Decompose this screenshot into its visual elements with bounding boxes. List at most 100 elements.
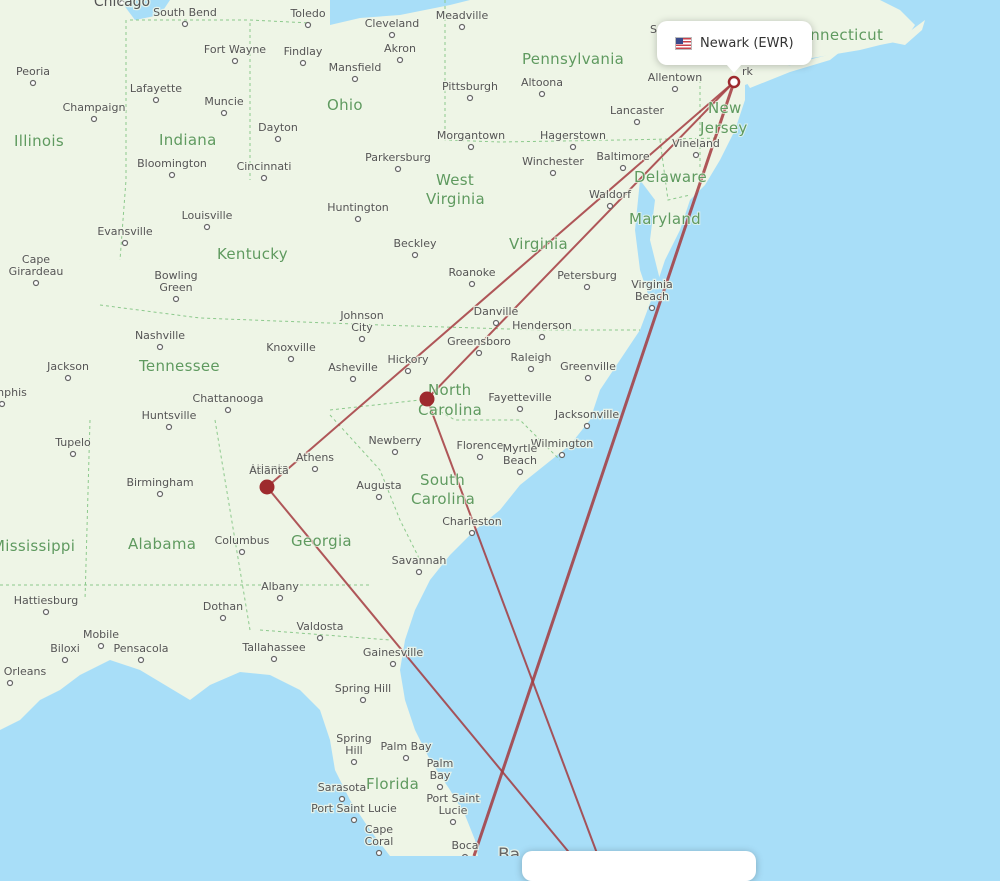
city-label: Wilmington bbox=[531, 437, 594, 450]
city-dot-icon bbox=[299, 59, 307, 67]
state-label: Tennessee bbox=[138, 357, 220, 375]
city-dot-icon bbox=[619, 164, 627, 172]
city-label: Toledo bbox=[289, 7, 325, 20]
city-label: Meadville bbox=[436, 9, 489, 22]
city-dot-icon bbox=[396, 56, 404, 64]
city-dot-icon bbox=[156, 343, 164, 351]
state-label: Delaware bbox=[634, 168, 707, 186]
state-label: North bbox=[428, 381, 471, 399]
city-label: Greenville bbox=[560, 360, 616, 373]
city-dot-icon bbox=[6, 679, 14, 687]
hub-marker-atlanta[interactable] bbox=[259, 479, 275, 495]
airport-popup-newark[interactable]: Newark (EWR) bbox=[657, 21, 812, 73]
city-label: Hattiesburg bbox=[14, 594, 78, 607]
city-label-atlanta: Atlanta bbox=[249, 464, 288, 477]
city-label: Cleveland bbox=[365, 17, 420, 30]
city-label: Athens bbox=[296, 451, 334, 464]
city-label: Green bbox=[159, 281, 192, 294]
city-dot-icon bbox=[0, 400, 6, 408]
city-label: Memphis bbox=[0, 386, 27, 399]
state-label: Florida bbox=[366, 775, 419, 793]
city-label: Fayetteville bbox=[488, 391, 551, 404]
city-label: Altoona bbox=[521, 76, 563, 89]
city-label: Albany bbox=[261, 580, 299, 593]
city-dot-icon bbox=[492, 319, 500, 327]
city-label: Orleans bbox=[4, 665, 47, 678]
state-label: Kentucky bbox=[217, 245, 288, 263]
city-label: Savannah bbox=[392, 554, 447, 567]
city-label: Asheville bbox=[328, 361, 378, 374]
city-label: Allentown bbox=[648, 71, 702, 84]
city-dot-icon bbox=[350, 758, 358, 766]
city-dot-icon bbox=[351, 75, 359, 83]
city-dot-icon bbox=[165, 423, 173, 431]
city-label: Winchester bbox=[522, 155, 584, 168]
city-dot-icon bbox=[61, 656, 69, 664]
city-dot-icon bbox=[349, 375, 357, 383]
city-dot-icon bbox=[220, 109, 228, 117]
city-label: Gainesville bbox=[363, 646, 423, 659]
city-label: Chicago bbox=[94, 0, 150, 10]
city-dot-icon bbox=[359, 696, 367, 704]
city-label: rk bbox=[742, 65, 754, 78]
city-dot-icon bbox=[203, 223, 211, 231]
city-dot-icon bbox=[137, 656, 145, 664]
city-label: Petersburg bbox=[557, 269, 617, 282]
city-label: Lafayette bbox=[130, 82, 182, 95]
city-label: Roanoke bbox=[448, 266, 495, 279]
city-dot-icon bbox=[549, 169, 557, 177]
city-label: Columbus bbox=[215, 534, 270, 547]
city-dot-icon bbox=[338, 795, 346, 803]
city-label: Parkersburg bbox=[365, 151, 431, 164]
city-dot-icon bbox=[583, 283, 591, 291]
city-dot-icon bbox=[172, 295, 180, 303]
city-dot-icon bbox=[391, 448, 399, 456]
city-label: Bay bbox=[430, 769, 451, 782]
state-label: Jersey bbox=[699, 119, 748, 137]
city-dot-icon bbox=[516, 468, 524, 476]
city-label: Beckley bbox=[393, 237, 437, 250]
state-label: Pennsylvania bbox=[522, 50, 624, 68]
city-label: South Bend bbox=[153, 6, 217, 19]
city-dot-icon bbox=[458, 23, 466, 31]
city-dot-icon bbox=[90, 115, 98, 123]
city-dot-icon bbox=[648, 304, 656, 312]
city-dot-icon bbox=[692, 151, 700, 159]
city-dot-icon bbox=[181, 20, 189, 28]
destination-marker-newark[interactable] bbox=[727, 75, 741, 89]
city-dot-icon bbox=[538, 90, 546, 98]
city-label: Tallahassee bbox=[241, 641, 305, 654]
city-dot-icon bbox=[270, 655, 278, 663]
city-label: Beach bbox=[635, 290, 669, 303]
city-label: Knoxville bbox=[266, 341, 316, 354]
city-label: Vineland bbox=[672, 137, 720, 150]
city-label: Pensacola bbox=[113, 642, 168, 655]
city-label: Palm Bay bbox=[381, 740, 432, 753]
city-label: Sarasota bbox=[318, 781, 367, 794]
city-dot-icon bbox=[633, 118, 641, 126]
airport-popup-label: Newark (EWR) bbox=[700, 35, 794, 51]
state-label: Mississippi bbox=[0, 537, 75, 555]
city-dot-icon bbox=[475, 349, 483, 357]
city-label: Akron bbox=[384, 42, 416, 55]
city-chicago: Chicago bbox=[93, 0, 151, 11]
hub-marker-charlotte[interactable] bbox=[419, 391, 435, 407]
route-map[interactable]: Illinois Indiana Ohio Pennsylvania West … bbox=[0, 0, 1000, 856]
city-dot-icon bbox=[168, 171, 176, 179]
city-label: Nashville bbox=[135, 329, 185, 342]
city-dot-icon bbox=[584, 374, 592, 382]
city-label: Florence bbox=[457, 439, 504, 452]
city-dot-icon bbox=[375, 849, 383, 856]
city-label: City bbox=[351, 321, 373, 334]
city-label: Hill bbox=[345, 744, 362, 757]
city-label: Huntsville bbox=[142, 409, 197, 422]
city-dot-icon bbox=[316, 634, 324, 642]
city-dot-icon bbox=[449, 818, 457, 826]
city-label: Newberry bbox=[368, 434, 422, 447]
state-label: Virginia bbox=[426, 190, 485, 208]
city-dot-icon bbox=[219, 614, 227, 622]
city-label: Dothan bbox=[203, 600, 243, 613]
state-label: Georgia bbox=[291, 532, 352, 550]
city-label: Greensboro bbox=[447, 335, 511, 348]
city-dot-icon bbox=[569, 143, 577, 151]
